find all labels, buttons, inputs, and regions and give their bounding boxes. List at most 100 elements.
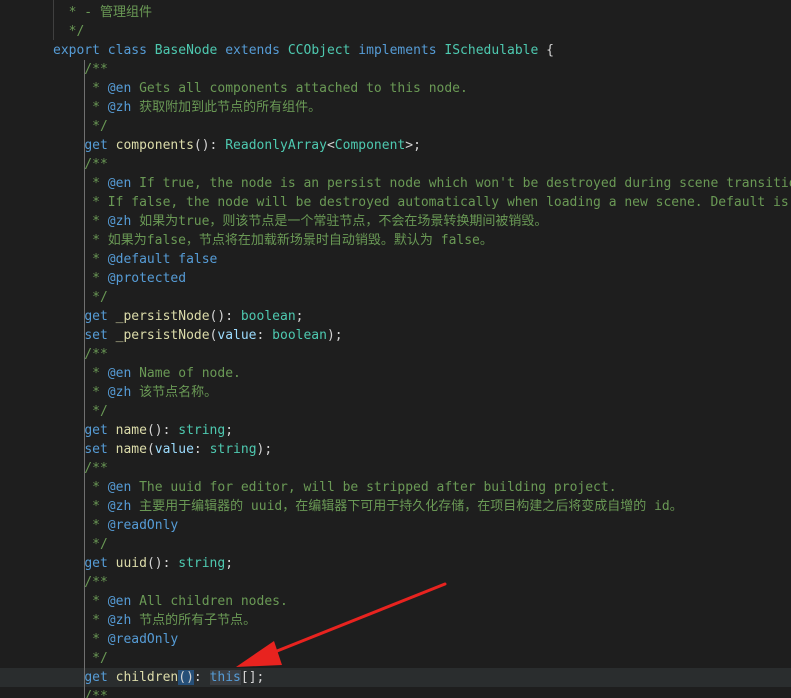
code-line[interactable]: * @en Gets all components attached to th… [0, 79, 468, 98]
code-line[interactable]: * @en The uuid for editor, will be strip… [0, 478, 616, 497]
code-token: (): [146, 556, 179, 571]
code-token: @zh [107, 613, 132, 628]
code-token: * [53, 480, 108, 495]
code-token: 该节点名称。 [131, 385, 218, 400]
code-token: * [53, 594, 108, 609]
code-token: implements [358, 43, 437, 58]
code-token: ReadonlyArray [225, 138, 327, 153]
code-token: @en [107, 594, 132, 609]
code-line[interactable]: get _persistNode(): boolean; [0, 307, 303, 326]
code-token: */ [53, 290, 108, 305]
code-token: this [209, 670, 241, 685]
code-token: */ [53, 404, 108, 419]
code-line[interactable]: * @zh 该节点名称。 [0, 383, 217, 402]
code-token: /** [53, 157, 108, 172]
code-line[interactable]: /** [0, 345, 108, 364]
code-line[interactable]: * @readOnly [0, 630, 178, 649]
code-line[interactable]: * - 管理组件 [0, 3, 152, 22]
code-token: name [115, 442, 147, 457]
code-token: All children nodes. [131, 594, 288, 609]
code-line[interactable]: * @readOnly [0, 516, 178, 535]
code-line[interactable]: get components(): ReadonlyArray<Componen… [0, 136, 421, 155]
code-token: set [84, 328, 108, 343]
code-token: string [178, 556, 226, 571]
code-line[interactable]: */ [0, 402, 108, 421]
code-line[interactable]: /** [0, 155, 108, 174]
code-token: * [53, 613, 108, 628]
code-line[interactable]: */ [0, 649, 108, 668]
code-token: uuid [115, 556, 147, 571]
code-line[interactable]: get children(): this[]; [0, 668, 791, 687]
indent-guide [84, 60, 85, 698]
code-token: Component [334, 138, 406, 153]
code-line[interactable]: */ [0, 22, 85, 41]
code-token: Gets all components attached to this nod… [131, 81, 468, 96]
code-line[interactable]: * @protected [0, 269, 186, 288]
code-line[interactable]: * @zh 获取附加到此节点的所有组件。 [0, 98, 321, 117]
code-token: @en [107, 81, 132, 96]
code-line[interactable]: export class BaseNode extends CCObject i… [0, 41, 554, 60]
code-line[interactable]: * @zh 如果为true，则该节点是一个常驻节点，不会在场景转换期间被销毁。 [0, 212, 547, 231]
code-token: (): [209, 309, 241, 324]
code-line[interactable]: * @zh 节点的所有子节点。 [0, 611, 256, 630]
code-token: * [53, 100, 108, 115]
code-token: ); [326, 328, 343, 343]
code-token: /** [53, 347, 108, 362]
code-line[interactable]: set _persistNode(value: boolean); [0, 326, 343, 345]
code-token: value [217, 328, 257, 343]
code-line[interactable]: * @en Name of node. [0, 364, 241, 383]
code-token: */ [53, 119, 108, 134]
code-token: extends [225, 43, 281, 58]
code-line[interactable]: * If false, the node will be destroyed a… [0, 193, 791, 212]
code-line[interactable]: get name(): string; [0, 421, 233, 440]
code-line[interactable]: */ [0, 117, 108, 136]
code-token: []; [240, 670, 265, 685]
code-line[interactable]: /** [0, 687, 108, 698]
code-line[interactable]: /** [0, 459, 108, 478]
code-line[interactable]: set name(value: string); [0, 440, 272, 459]
code-line[interactable]: * @zh 主要用于编辑器的 uuid，在编辑器下可用于持久化存储，在项目构建之… [0, 497, 683, 516]
code-token: get [84, 423, 108, 438]
code-line[interactable]: /** [0, 60, 108, 79]
code-token: boolean [240, 309, 296, 324]
code-line[interactable]: * @default false [0, 250, 217, 269]
code-line[interactable]: * @en All children nodes. [0, 592, 288, 611]
code-token: components [115, 138, 194, 153]
code-line[interactable]: /** [0, 573, 108, 592]
code-line[interactable]: */ [0, 288, 108, 307]
code-token: /** [53, 461, 108, 476]
code-line[interactable]: */ [0, 535, 108, 554]
code-token: : [193, 670, 210, 685]
code-token: * [53, 81, 108, 96]
code-token: () [178, 670, 194, 685]
code-token: */ [53, 651, 108, 666]
code-token: /** [53, 62, 108, 77]
code-line[interactable]: * @en If true, the node is an persist no… [0, 174, 791, 193]
code-token: 节点的所有子节点。 [131, 613, 257, 628]
code-token: _persistNode [115, 309, 210, 324]
code-token: * 如果为false，节点将在加载新场景时自动销毁。默认为 false。 [53, 233, 493, 248]
code-token: children [115, 670, 179, 685]
code-editor[interactable]: * - 管理组件 */ export class BaseNode extends… [0, 0, 791, 698]
code-token: BaseNode [154, 43, 218, 58]
code-token: @en [107, 176, 132, 191]
code-line[interactable]: * 如果为false，节点将在加载新场景时自动销毁。默认为 false。 [0, 231, 493, 250]
code-token: ; [225, 423, 234, 438]
code-token: @zh [107, 385, 132, 400]
code-token: get [84, 309, 108, 324]
code-token: value [154, 442, 194, 457]
code-token: If true, the node is an persist node whi… [131, 176, 791, 191]
code-token: * [53, 366, 108, 381]
code-line[interactable]: get uuid(): string; [0, 554, 233, 573]
